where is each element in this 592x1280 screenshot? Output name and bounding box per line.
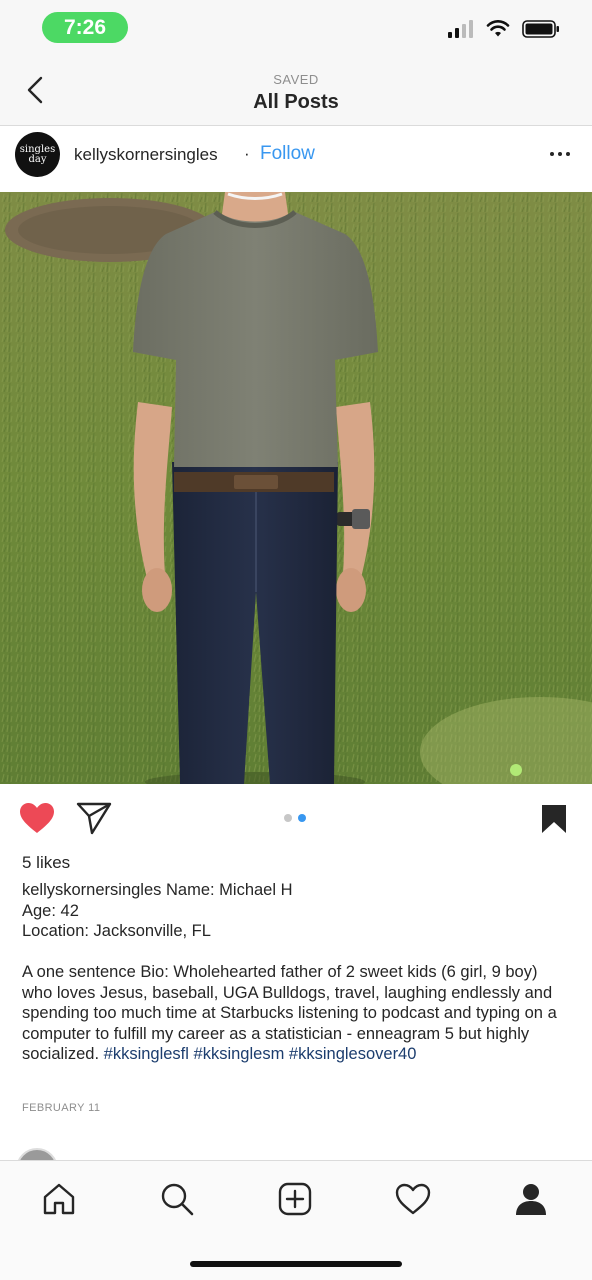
- bookmark-filled-icon: [541, 805, 567, 838]
- post-username[interactable]: kellyskornersingles: [74, 145, 218, 165]
- status-bar: 7:26: [0, 0, 592, 56]
- like-button[interactable]: [19, 802, 55, 839]
- tab-activity[interactable]: [393, 1181, 433, 1221]
- battery-icon: [522, 20, 560, 43]
- home-icon: [42, 1182, 76, 1221]
- tab-new-post[interactable]: [275, 1181, 315, 1221]
- hashtag-link[interactable]: #kksinglesover40: [289, 1045, 417, 1063]
- tab-home[interactable]: [39, 1181, 79, 1221]
- follow-button[interactable]: Follow: [260, 143, 315, 165]
- more-horizontal-icon: [550, 152, 554, 156]
- post-caption: kellyskornersingles Name: Michael H Age:…: [22, 880, 570, 1065]
- activity-heart-icon: [395, 1183, 431, 1220]
- nav-subtitle: SAVED: [273, 72, 319, 87]
- status-icons: [448, 20, 560, 43]
- separator-dot: ·: [244, 144, 250, 163]
- hashtag-link[interactable]: #kksinglesfl: [104, 1045, 189, 1063]
- post-photo[interactable]: [0, 192, 592, 784]
- tab-search[interactable]: [157, 1181, 197, 1221]
- wifi-icon: [486, 20, 510, 43]
- caption-location: Location: Jacksonville, FL: [22, 922, 211, 940]
- tab-profile[interactable]: [511, 1181, 551, 1221]
- caption-line-1: kellyskornersingles Name: Michael H: [22, 880, 570, 901]
- carousel-dot-1: [284, 814, 292, 822]
- more-options-button[interactable]: [548, 146, 572, 162]
- share-button[interactable]: [76, 801, 112, 840]
- avatar-logo-line-1: singles: [19, 143, 56, 155]
- carousel-indicator: [284, 814, 306, 822]
- post-header: singles day kellyskornersingles · Follow: [0, 126, 592, 192]
- carousel-dot-2: [298, 814, 306, 822]
- post-actions: [0, 784, 592, 848]
- save-button[interactable]: [541, 804, 567, 839]
- avatar-logo-line-2: day: [28, 153, 47, 165]
- profile-icon: [514, 1182, 548, 1221]
- caption-age: Age: 42: [22, 901, 79, 920]
- signal-icon: [448, 20, 474, 43]
- avatar[interactable]: singles day: [15, 132, 60, 177]
- paper-plane-icon: [76, 802, 112, 839]
- status-time[interactable]: 7:26: [42, 12, 128, 43]
- hashtag-link[interactable]: #kksinglesm: [194, 1045, 285, 1063]
- post-date: FEBRUARY 11: [22, 1102, 101, 1114]
- caption-username[interactable]: kellyskornersingles: [22, 881, 161, 899]
- nav-header: SAVED All Posts: [0, 56, 592, 126]
- caption-name: Name: Michael H: [165, 881, 293, 899]
- home-indicator[interactable]: [190, 1261, 402, 1267]
- new-post-icon: [278, 1182, 312, 1221]
- caption-bio: A one sentence Bio: Wholehearted father …: [22, 962, 570, 1065]
- likes-count[interactable]: 5 likes: [22, 853, 70, 873]
- page-title: All Posts: [253, 91, 339, 113]
- search-icon: [160, 1182, 194, 1221]
- heart-filled-icon: [19, 803, 55, 838]
